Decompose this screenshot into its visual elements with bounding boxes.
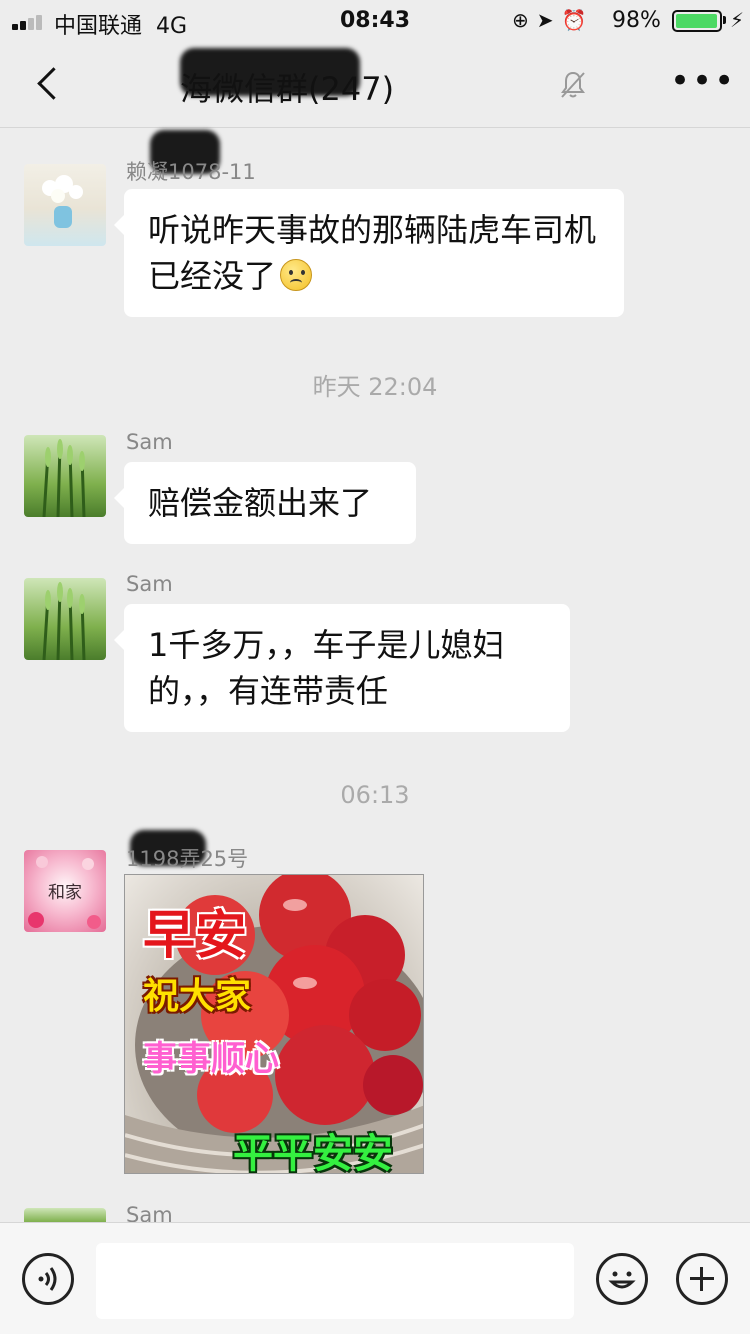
chat-title: 海微信群(247) — [180, 70, 395, 108]
more-horizontal-icon: ••• — [670, 61, 737, 101]
sad-face-emoji — [280, 259, 313, 291]
voice-icon — [38, 1267, 57, 1291]
chat-header: 海微信群(247) ••• — [0, 40, 750, 128]
chat-timestamp: 昨天 22:04 — [312, 373, 438, 401]
message-text-input[interactable] — [96, 1243, 574, 1319]
more-actions-button[interactable] — [676, 1253, 728, 1305]
smiley-icon — [608, 1271, 636, 1289]
more-options-button[interactable]: ••• — [670, 64, 734, 102]
sender-name: 赖凝1078-11 — [126, 160, 256, 184]
chat-timestamp: 06:13 — [340, 781, 410, 809]
status-icons: ⊕➤⏰ — [512, 8, 594, 32]
avatar-text: 和家 — [48, 883, 82, 903]
message-bubble[interactable]: 1千多万，，车子是儿媳妇的，，有连带责任 — [114, 604, 570, 732]
sticker-caption: 平平安安 — [233, 1131, 393, 1174]
message-input-bar — [0, 1222, 750, 1334]
battery-tip — [723, 16, 726, 24]
battery-icon — [672, 10, 722, 32]
charging-bolt-icon: ⚡ — [730, 8, 745, 32]
wheat-field-image — [42, 439, 86, 517]
sender-name: 1198弄25号 — [126, 847, 249, 871]
sticker-image[interactable]: 早安 祝大家 事事顺心 平平安安 — [124, 874, 424, 1174]
emoji-button[interactable] — [596, 1253, 648, 1305]
message-text: 1千多万，，车子是儿媳妇的，，有连带责任 — [148, 626, 505, 710]
alarm-icon: ⏰ — [561, 8, 595, 32]
sender-name: Sam — [126, 572, 173, 596]
sender-name: Sam — [126, 430, 173, 454]
avatar[interactable] — [24, 164, 106, 246]
sticker-caption: 早安 — [143, 906, 248, 966]
sticker-caption: 事事顺心 — [143, 1039, 279, 1079]
avatar[interactable] — [24, 435, 106, 517]
message-bubble[interactable]: 赔偿金额出来了 — [114, 462, 416, 544]
avatar[interactable] — [24, 578, 106, 660]
location-icon: ➤ — [536, 8, 562, 32]
bell-off-icon — [561, 71, 585, 98]
sticker-caption: 祝大家 — [143, 976, 252, 1017]
message-text: 赔偿金额出来了 — [148, 484, 373, 522]
voice-input-button[interactable] — [22, 1253, 74, 1305]
battery-fill — [676, 14, 717, 28]
battery-percent: 98% — [612, 8, 661, 33]
status-bar: 中国联通 4G 08:43 ⊕➤⏰ 98% ⚡ — [0, 0, 750, 40]
message-bubble[interactable]: 听说昨天事故的那辆陆虎车司机已经没了 — [114, 189, 624, 317]
message-text: 听说昨天事故的那辆陆虎车司机已经没了 — [148, 211, 597, 295]
rotation-lock-icon: ⊕ — [512, 8, 537, 32]
back-button[interactable] — [28, 64, 68, 104]
wheat-field-image — [42, 582, 86, 660]
flower-vase-image — [42, 175, 83, 228]
avatar[interactable] — [24, 1208, 106, 1222]
avatar[interactable]: 和家 — [24, 850, 106, 932]
